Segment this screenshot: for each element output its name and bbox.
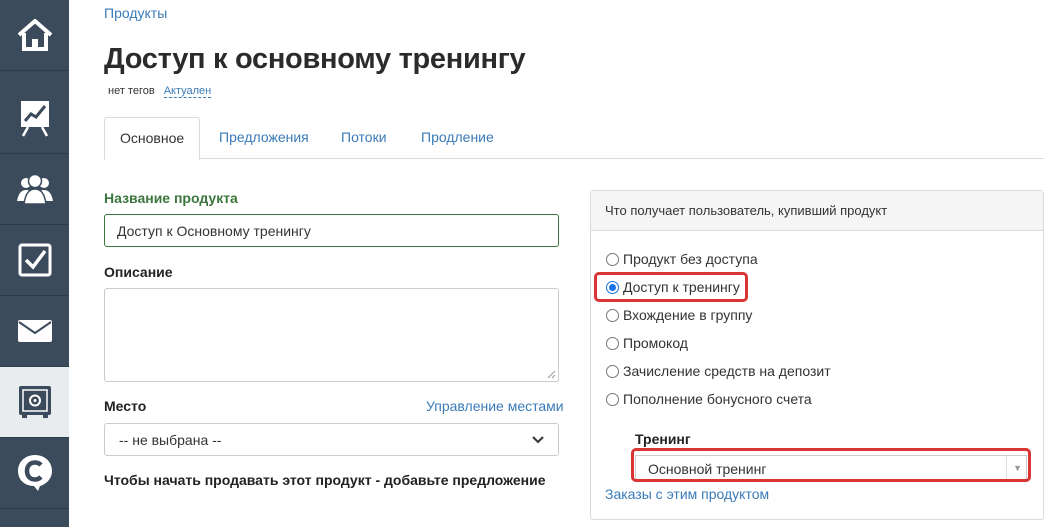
training-label: Тренинг — [635, 431, 691, 447]
manage-places-link[interactable]: Управление местами — [426, 398, 564, 414]
checkbox-icon — [18, 243, 51, 277]
option-label: Пополнение бонусного счета — [623, 391, 812, 407]
tab-main[interactable]: Основное — [104, 117, 201, 160]
option-training-access[interactable]: Доступ к тренингу — [606, 279, 740, 295]
sidebar — [0, 0, 69, 527]
home-icon — [17, 19, 52, 51]
option-label: Вхождение в группу — [623, 307, 753, 323]
sidebar-item-users[interactable] — [0, 154, 69, 225]
tags-text: нет тегов — [108, 85, 155, 97]
radio-button[interactable] — [606, 364, 619, 378]
radio-button[interactable] — [606, 336, 619, 350]
chevron-down-icon — [532, 435, 544, 443]
sidebar-item-reports[interactable] — [0, 83, 69, 154]
place-label: Место — [104, 398, 147, 414]
status-link[interactable]: Актуален — [163, 85, 212, 98]
description-textarea[interactable] — [104, 288, 559, 382]
breadcrumb-products[interactable]: Продукты — [104, 5, 167, 21]
product-name-label: Название продукта — [104, 190, 238, 206]
product-meta: нет тегов Актуален — [108, 85, 212, 98]
radio-button[interactable] — [606, 252, 619, 266]
sidebar-item-brand[interactable] — [0, 438, 69, 509]
brand-logo-icon — [17, 455, 52, 491]
users-icon — [16, 173, 53, 205]
dropdown-arrow-icon: ▼ — [1006, 456, 1022, 481]
option-bonus[interactable]: Пополнение бонусного счета — [606, 391, 812, 407]
option-label: Зачисление средств на депозит — [623, 363, 831, 379]
access-panel: Что получает пользователь, купивший прод… — [590, 190, 1044, 520]
option-deposit[interactable]: Зачисление средств на депозит — [606, 363, 831, 379]
chart-presentation-icon — [20, 101, 49, 137]
tab-streams[interactable]: Потоки — [326, 117, 402, 159]
option-join-group[interactable]: Вхождение в группу — [606, 307, 752, 323]
sidebar-item-products[interactable] — [0, 367, 69, 438]
add-offer-hint: Чтобы начать продавать этот продукт - до… — [104, 472, 546, 488]
sidebar-item-messages[interactable] — [0, 296, 69, 367]
training-select-value: Основной тренинг — [648, 460, 767, 477]
tab-offers[interactable]: Предложения — [204, 117, 324, 159]
training-select[interactable]: Основной тренинг ▼ — [635, 455, 1027, 482]
description-label: Описание — [104, 264, 173, 280]
radio-button-selected[interactable] — [606, 280, 619, 294]
radio-button[interactable] — [606, 392, 619, 406]
mail-icon — [17, 320, 52, 342]
tab-renewal[interactable]: Продление — [406, 117, 509, 159]
sidebar-item-home[interactable] — [0, 0, 69, 71]
orders-link[interactable]: Заказы с этим продуктом — [605, 486, 769, 502]
option-label: Продукт без доступа — [623, 251, 758, 267]
sidebar-item-tasks[interactable] — [0, 225, 69, 296]
place-select-value: -- не выбрана -- — [119, 431, 222, 448]
option-label: Промокод — [623, 335, 688, 351]
option-promocode[interactable]: Промокод — [606, 335, 688, 351]
radio-button[interactable] — [606, 308, 619, 322]
product-name-input[interactable] — [104, 214, 559, 247]
place-select[interactable]: -- не выбрана -- — [104, 423, 559, 456]
panel-header: Что получает пользователь, купивший прод… — [591, 191, 1043, 231]
page-title: Доступ к основному тренингу — [104, 43, 526, 75]
safe-icon — [18, 386, 51, 418]
tab-bar: Основное Предложения Потоки Продление — [104, 117, 1044, 160]
option-label: Доступ к тренингу — [623, 279, 740, 295]
option-no-access[interactable]: Продукт без доступа — [606, 251, 758, 267]
resize-grip-icon[interactable] — [547, 370, 556, 379]
